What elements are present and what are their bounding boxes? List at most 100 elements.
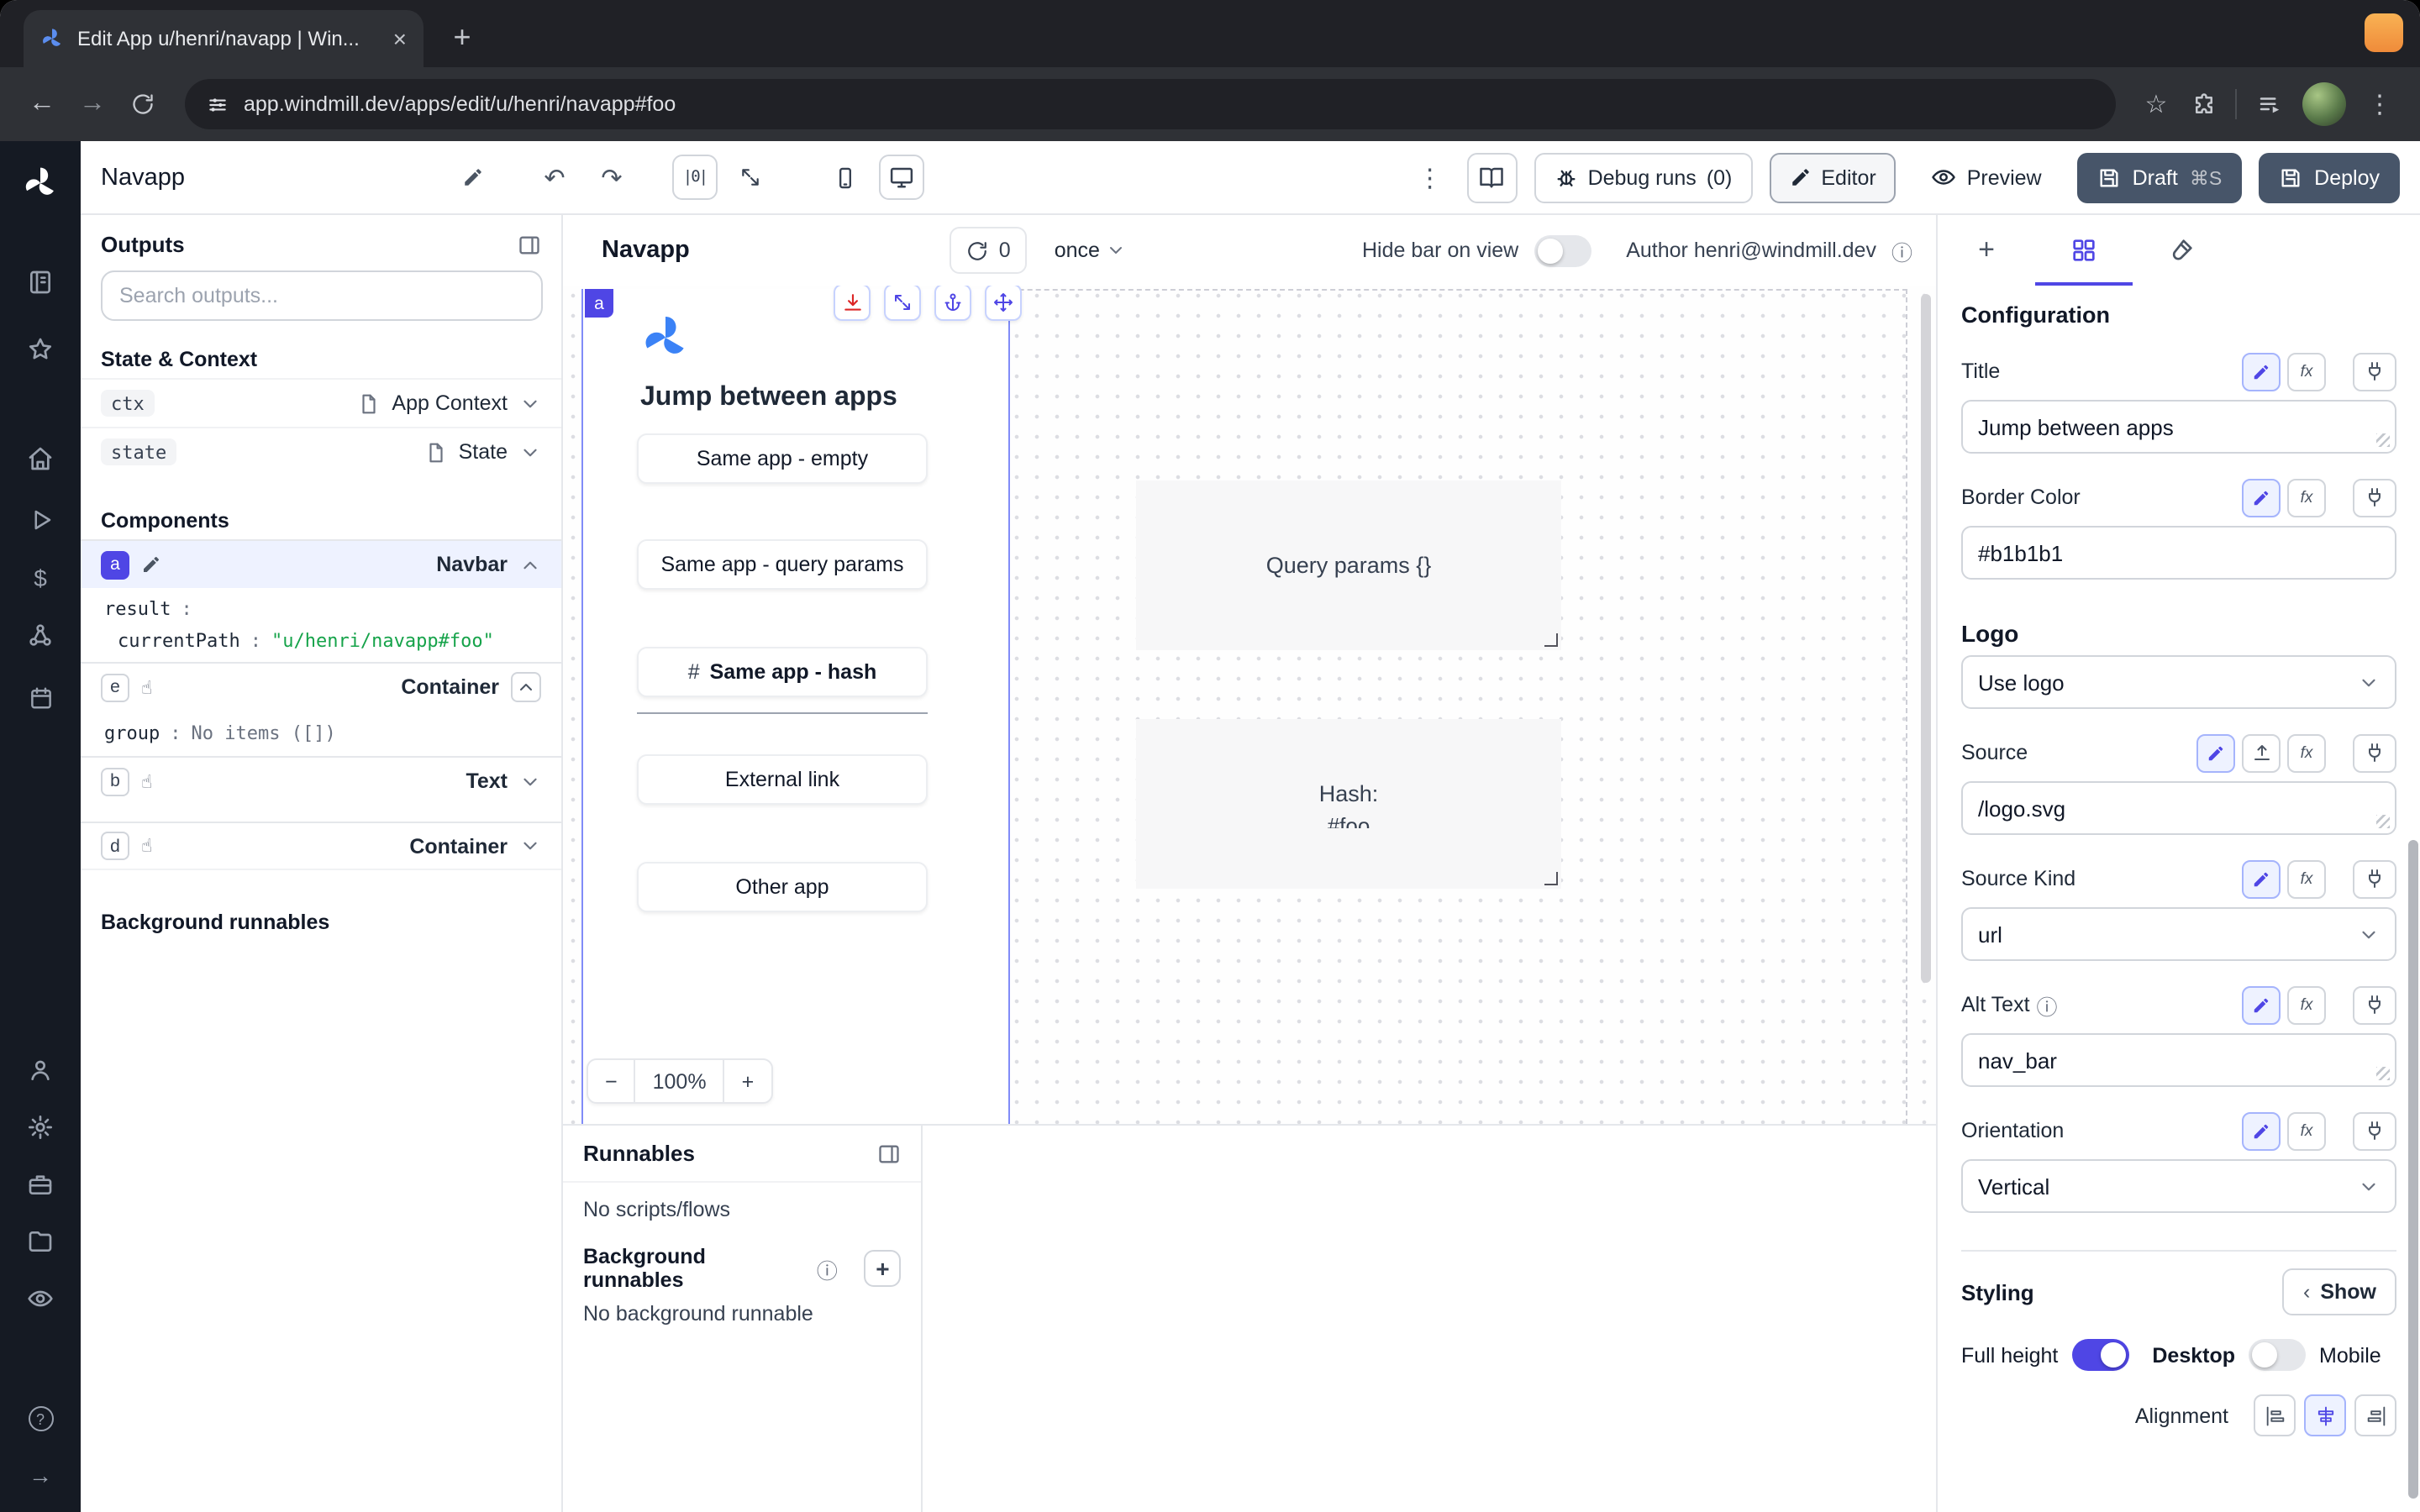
anchor-component-tool[interactable] — [934, 286, 971, 321]
deploy-button[interactable]: Deploy — [2259, 152, 2400, 202]
resize-handle[interactable] — [1544, 633, 1558, 647]
nav-link-external[interactable]: External link — [637, 754, 928, 805]
rail-users-icon[interactable] — [0, 1057, 81, 1084]
rail-variables-icon[interactable]: $ — [0, 564, 81, 591]
debug-runs-button[interactable]: Debug runs(0) — [1534, 152, 1753, 202]
rail-settings-icon[interactable] — [0, 1114, 81, 1141]
hide-bar-toggle[interactable] — [1534, 234, 1591, 266]
rail-folders-icon[interactable] — [0, 1228, 81, 1255]
schedule-select[interactable]: once — [1044, 239, 1137, 262]
tab-styling[interactable] — [2133, 215, 2230, 286]
ctx-row[interactable]: ctx App Context — [81, 378, 561, 427]
nav-link-query-params[interactable]: Same app - query params — [637, 539, 928, 590]
collapse-panel-icon[interactable] — [877, 1142, 901, 1165]
use-logo-select[interactable]: Use logo — [1961, 655, 2396, 709]
component-row-container-d[interactable]: d ☝ Container — [81, 822, 561, 870]
collapse-panel-icon[interactable] — [518, 233, 541, 256]
desktop-mobile-toggle[interactable] — [2249, 1339, 2306, 1371]
query-params-box[interactable]: Query params {} — [1136, 480, 1561, 650]
back-button[interactable]: ← — [17, 79, 67, 129]
alt-static-button[interactable] — [2242, 985, 2281, 1024]
component-row-container-e[interactable]: e ☝ Container — [81, 662, 561, 711]
tab-insert[interactable]: + — [1938, 215, 2035, 286]
reload-button[interactable] — [118, 79, 168, 129]
app-canvas[interactable]: a Jump between apps Same app - empty Sam… — [563, 286, 1936, 1124]
alt-text-input[interactable]: nav_bar — [1961, 1033, 2396, 1087]
chevron-down-icon[interactable] — [519, 770, 541, 792]
full-height-toggle[interactable] — [2071, 1339, 2128, 1371]
align-left-button[interactable] — [2254, 1394, 2296, 1436]
refresh-count-button[interactable]: 0 — [950, 227, 1028, 274]
forward-button[interactable]: → — [67, 79, 118, 129]
editor-tab-button[interactable]: Editor — [1769, 152, 1896, 202]
media-list-icon[interactable] — [2245, 81, 2292, 128]
more-menu-icon[interactable]: ⋮ — [1410, 157, 1450, 197]
window-scrollbar[interactable] — [2408, 840, 2418, 1499]
tab-component-settings[interactable] — [2035, 215, 2133, 286]
browser-tab[interactable]: Edit App u/henri/navapp | Win... × — [24, 10, 424, 67]
alt-fx-button[interactable]: fx — [2287, 985, 2326, 1024]
alt-connect-button[interactable] — [2353, 985, 2396, 1024]
orientation-fx-button[interactable]: fx — [2287, 1111, 2326, 1150]
chevron-down-icon[interactable] — [519, 392, 541, 414]
extensions-icon[interactable] — [2180, 81, 2227, 128]
add-background-runnable-button[interactable]: + — [865, 1250, 901, 1287]
redo-button[interactable]: ↷ — [592, 157, 632, 197]
tab-close-icon[interactable]: × — [393, 27, 407, 50]
title-fx-button[interactable]: fx — [2287, 352, 2326, 391]
orientation-static-button[interactable] — [2242, 1111, 2281, 1150]
info-icon[interactable]: ⓘ — [1891, 234, 1912, 266]
source-input[interactable]: /logo.svg — [1961, 781, 2396, 835]
rail-help-icon[interactable]: ? — [0, 1406, 81, 1431]
new-tab-button[interactable]: + — [440, 15, 484, 59]
draft-button[interactable]: Draft⌘S — [2077, 152, 2243, 202]
window-control-orange[interactable] — [2365, 13, 2403, 52]
nav-link-empty[interactable]: Same app - empty — [637, 433, 928, 484]
navbar-component-selected[interactable] — [581, 289, 1010, 1124]
chevron-up-icon[interactable] — [519, 554, 541, 575]
source-upload-button[interactable] — [2242, 733, 2281, 772]
rail-runs-icon[interactable] — [0, 507, 81, 533]
nav-link-other-app[interactable]: Other app — [637, 862, 928, 912]
rename-pencil-icon[interactable] — [454, 157, 494, 197]
source-kind-connect-button[interactable] — [2353, 859, 2396, 898]
edit-pencil-icon[interactable] — [141, 554, 161, 575]
border-fx-button[interactable]: fx — [2287, 478, 2326, 517]
info-icon[interactable]: ⓘ — [2037, 989, 2058, 1021]
source-kind-static-button[interactable] — [2242, 859, 2281, 898]
nav-link-hash[interactable]: # Same app - hash — [637, 647, 928, 697]
mobile-breakpoint-button[interactable] — [823, 155, 869, 200]
title-input[interactable]: Jump between apps — [1961, 400, 2396, 454]
state-row[interactable]: state State — [81, 427, 561, 475]
chevron-down-icon[interactable] — [519, 835, 541, 857]
align-right-button[interactable] — [2354, 1394, 2396, 1436]
rail-workers-icon[interactable] — [0, 1171, 81, 1198]
chevron-up-icon[interactable] — [511, 672, 541, 702]
hash-box[interactable]: Hash: #foo — [1136, 719, 1561, 889]
docs-book-button[interactable] — [1467, 152, 1518, 202]
rail-home-icon[interactable] — [0, 445, 81, 472]
rail-audit-icon[interactable] — [0, 1285, 81, 1312]
profile-avatar[interactable] — [2302, 82, 2346, 126]
canvas-scrollbar[interactable] — [1921, 294, 1931, 983]
source-kind-select[interactable]: url — [1961, 907, 2396, 961]
toggle-panels-button[interactable]: |0| — [672, 155, 718, 200]
source-kind-fx-button[interactable]: fx — [2287, 859, 2326, 898]
move-component-tool[interactable] — [985, 286, 1022, 321]
search-outputs-input[interactable] — [101, 270, 543, 321]
component-row-text-b[interactable]: b ☝ Text — [81, 756, 561, 805]
rail-favorites-icon[interactable] — [0, 336, 81, 363]
source-fx-button[interactable]: fx — [2287, 733, 2326, 772]
zoom-out-button[interactable]: − — [588, 1060, 634, 1102]
browser-menu-icon[interactable]: ⋮ — [2356, 81, 2403, 128]
url-bar[interactable]: app.windmill.dev/apps/edit/u/henri/navap… — [185, 79, 2116, 129]
orientation-connect-button[interactable] — [2353, 1111, 2396, 1150]
desktop-breakpoint-button[interactable] — [879, 155, 924, 200]
border-static-button[interactable] — [2242, 478, 2281, 517]
expand-component-tool[interactable] — [884, 286, 921, 321]
undo-button[interactable]: ↶ — [534, 157, 575, 197]
rail-apps-icon[interactable] — [0, 269, 81, 296]
source-connect-button[interactable] — [2353, 733, 2396, 772]
zoom-in-button[interactable]: + — [723, 1060, 771, 1102]
info-icon[interactable]: ⓘ — [817, 1252, 838, 1284]
